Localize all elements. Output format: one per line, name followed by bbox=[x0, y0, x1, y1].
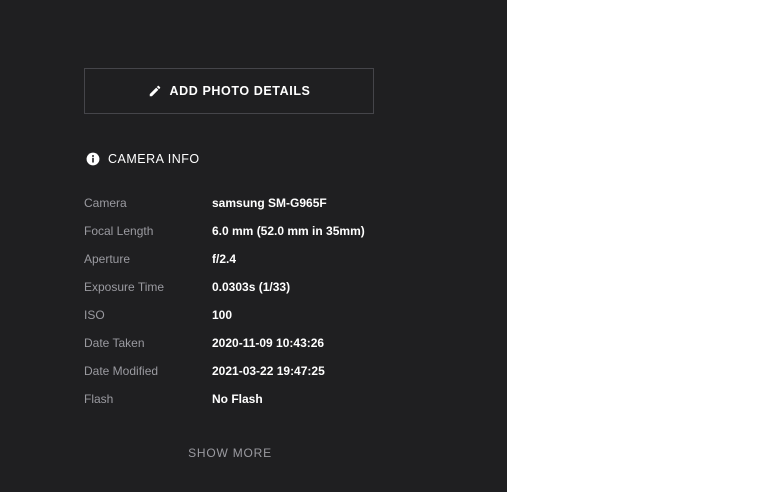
info-label: Exposure Time bbox=[84, 280, 165, 294]
info-value: No Flash bbox=[212, 392, 263, 406]
info-label: Date Modified bbox=[84, 364, 159, 378]
info-value: 100 bbox=[212, 308, 233, 322]
info-value: 0.0303s (1/33) bbox=[212, 280, 291, 294]
info-label: Date Taken bbox=[84, 336, 145, 350]
info-row-aperture: Aperture f/2.4 bbox=[84, 245, 484, 273]
info-value: samsung SM-G965F bbox=[212, 196, 327, 210]
info-label: ISO bbox=[84, 308, 105, 322]
camera-info-list: Camera samsung SM-G965F Focal Length 6.0… bbox=[84, 189, 484, 413]
info-row-flash: Flash No Flash bbox=[84, 385, 484, 413]
pencil-icon bbox=[148, 84, 162, 98]
info-label: Flash bbox=[84, 392, 114, 406]
info-label: Focal Length bbox=[84, 224, 154, 238]
info-row-date-modified: Date Modified 2021-03-22 19:47:25 bbox=[84, 357, 484, 385]
info-value: 2021-03-22 19:47:25 bbox=[212, 364, 325, 378]
info-row-focal-length: Focal Length 6.0 mm (52.0 mm in 35mm) bbox=[84, 217, 484, 245]
info-row-camera: Camera samsung SM-G965F bbox=[84, 189, 484, 217]
info-circle-icon bbox=[86, 152, 100, 166]
info-value: 6.0 mm (52.0 mm in 35mm) bbox=[212, 224, 365, 238]
info-row-date-taken: Date Taken 2020-11-09 10:43:26 bbox=[84, 329, 484, 357]
info-label: Aperture bbox=[84, 252, 131, 266]
camera-info-header: CAMERA INFO bbox=[86, 152, 200, 166]
info-label: Camera bbox=[84, 196, 127, 210]
info-value: f/2.4 bbox=[212, 252, 237, 266]
show-more-button[interactable]: SHOW MORE bbox=[0, 446, 460, 460]
add-photo-details-label: ADD PHOTO DETAILS bbox=[169, 84, 311, 98]
info-row-exposure-time: Exposure Time 0.0303s (1/33) bbox=[84, 273, 484, 301]
photo-details-panel: ADD PHOTO DETAILS CAMERA INFO Camera sam… bbox=[0, 0, 507, 492]
info-row-iso: ISO 100 bbox=[84, 301, 484, 329]
info-value: 2020-11-09 10:43:26 bbox=[212, 336, 325, 350]
camera-info-title: CAMERA INFO bbox=[108, 152, 200, 166]
add-photo-details-button[interactable]: ADD PHOTO DETAILS bbox=[84, 68, 374, 114]
